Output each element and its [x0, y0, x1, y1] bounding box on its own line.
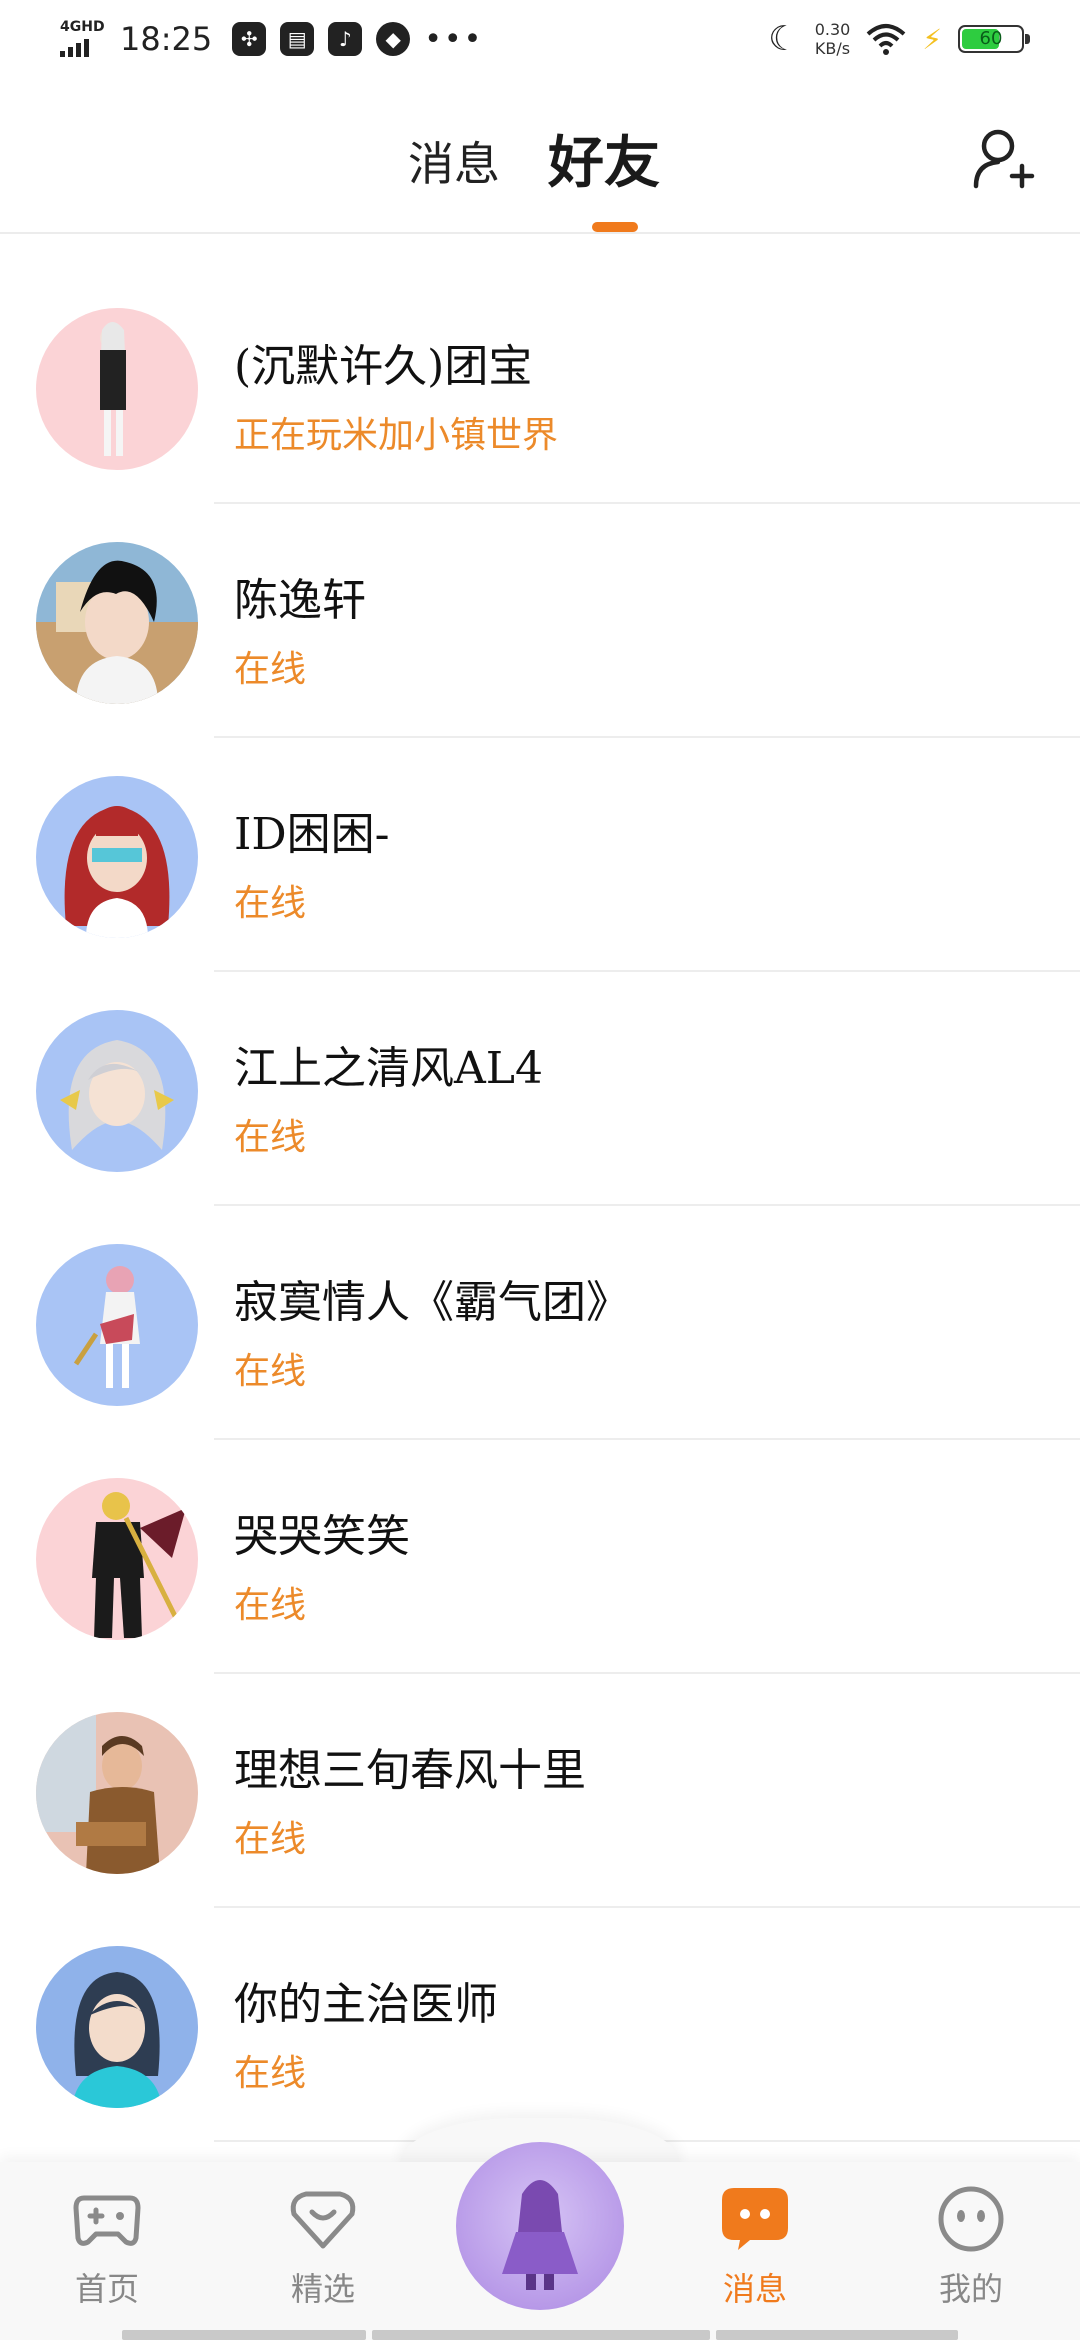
friend-item[interactable]: 理想三旬春风十里 在线 [0, 1638, 1080, 1908]
home-indicator [716, 2330, 958, 2340]
nav-mine[interactable]: 我的 [906, 2184, 1036, 2314]
moon-icon: ☾ [768, 19, 799, 59]
friend-name: ID困困- [234, 809, 390, 860]
speed-unit: KB/s [814, 39, 851, 58]
avatar[interactable] [36, 542, 198, 704]
battery-icon: 60 [958, 25, 1030, 53]
avatar[interactable] [36, 776, 198, 938]
friend-status: 在线 [234, 2053, 307, 2094]
music-app-icon: ♪ [328, 22, 363, 56]
friend-status: 在线 [234, 1351, 307, 1392]
network-speed: 0.30 KB/s [815, 20, 851, 58]
clock: 18:25 [120, 20, 213, 58]
home-indicator [372, 2330, 710, 2340]
friend-item[interactable]: 哭哭笑笑 在线 [0, 1404, 1080, 1674]
friend-name: 你的主治医师 [234, 1979, 498, 2030]
friend-item[interactable]: (沉默许久)团宝 正在玩米加小镇世界 [0, 234, 1080, 504]
friend-name: 陈逸轩 [234, 575, 366, 626]
avatar[interactable] [36, 308, 198, 470]
friend-name: 理想三旬春风十里 [234, 1745, 586, 1796]
avatar[interactable] [36, 1010, 198, 1172]
friend-name: 江上之清风AL4 [234, 1043, 543, 1094]
nav-messages[interactable]: 消息 [690, 2184, 820, 2314]
friend-name: 哭哭笑笑 [234, 1511, 410, 1562]
chat-bubble-icon [722, 2188, 788, 2250]
active-tab-indicator [592, 222, 638, 232]
friend-status: 在线 [234, 1117, 307, 1158]
avatar[interactable] [36, 1478, 198, 1640]
signal-icon: 4GHD [58, 17, 106, 61]
center-avatar-button[interactable] [456, 2142, 624, 2310]
avatar[interactable] [36, 1946, 198, 2108]
tab-messages[interactable]: 消息 [408, 128, 500, 194]
friend-item[interactable]: 陈逸轩 在线 [0, 468, 1080, 738]
nav-featured-label: 精选 [290, 2270, 355, 2308]
friend-status: 在线 [234, 883, 307, 924]
nav-featured[interactable]: 精选 [258, 2184, 388, 2314]
smiley-face-icon [938, 2186, 1004, 2252]
status-right: ☾ 0.30 KB/s ⚡ 60 [768, 14, 1030, 64]
diamond-heart-icon [290, 2191, 356, 2249]
battery-level: 60 [979, 28, 1003, 49]
avatar[interactable] [36, 1244, 198, 1406]
top-tab-bar: 消息 好友 [0, 80, 1080, 234]
friend-item[interactable]: ID困困- 在线 [0, 702, 1080, 972]
friend-status: 正在玩米加小镇世界 [234, 415, 559, 456]
network-type: 4GHD [60, 19, 105, 35]
more-notifications-icon: ••• [424, 21, 484, 57]
audio-app-icon: ◆ [376, 22, 411, 56]
friend-status: 在线 [234, 649, 307, 690]
character-avatar [502, 2180, 578, 2290]
add-friend-icon[interactable] [972, 126, 1036, 192]
avatar[interactable] [36, 1712, 198, 1874]
charging-icon: ⚡ [922, 22, 942, 56]
home-indicator [122, 2330, 366, 2340]
friend-item[interactable]: 寂寞情人《霸气团》 在线 [0, 1170, 1080, 1440]
friend-status: 在线 [234, 1819, 307, 1860]
friend-item[interactable]: 江上之清风AL4 在线 [0, 936, 1080, 1206]
wifi-icon [867, 24, 906, 55]
nav-messages-label: 消息 [722, 2270, 787, 2308]
nav-mine-label: 我的 [938, 2270, 1003, 2308]
status-bar: 4GHD 18:25 ✣ ▤ ♪ ◆ ••• ☾ 0.30 KB/s ⚡ 60 [0, 0, 1080, 80]
status-left: 4GHD 18:25 ✣ ▤ ♪ ◆ ••• [58, 14, 483, 64]
nav-home[interactable]: 首页 [42, 2184, 172, 2314]
gamepad-icon [73, 2195, 141, 2246]
tab-friends[interactable]: 好友 [548, 118, 660, 199]
wallet-app-icon: ▤ [280, 22, 315, 56]
pinwheel-app-icon: ✣ [232, 22, 267, 56]
friend-item[interactable]: 你的主治医师 在线 [0, 1872, 1080, 2142]
friend-name: (沉默许久)团宝 [234, 341, 533, 392]
speed-value: 0.30 [814, 20, 851, 39]
friend-status: 在线 [234, 1585, 307, 1626]
nav-home-label: 首页 [74, 2270, 139, 2308]
friend-name: 寂寞情人《霸气团》 [234, 1277, 630, 1328]
